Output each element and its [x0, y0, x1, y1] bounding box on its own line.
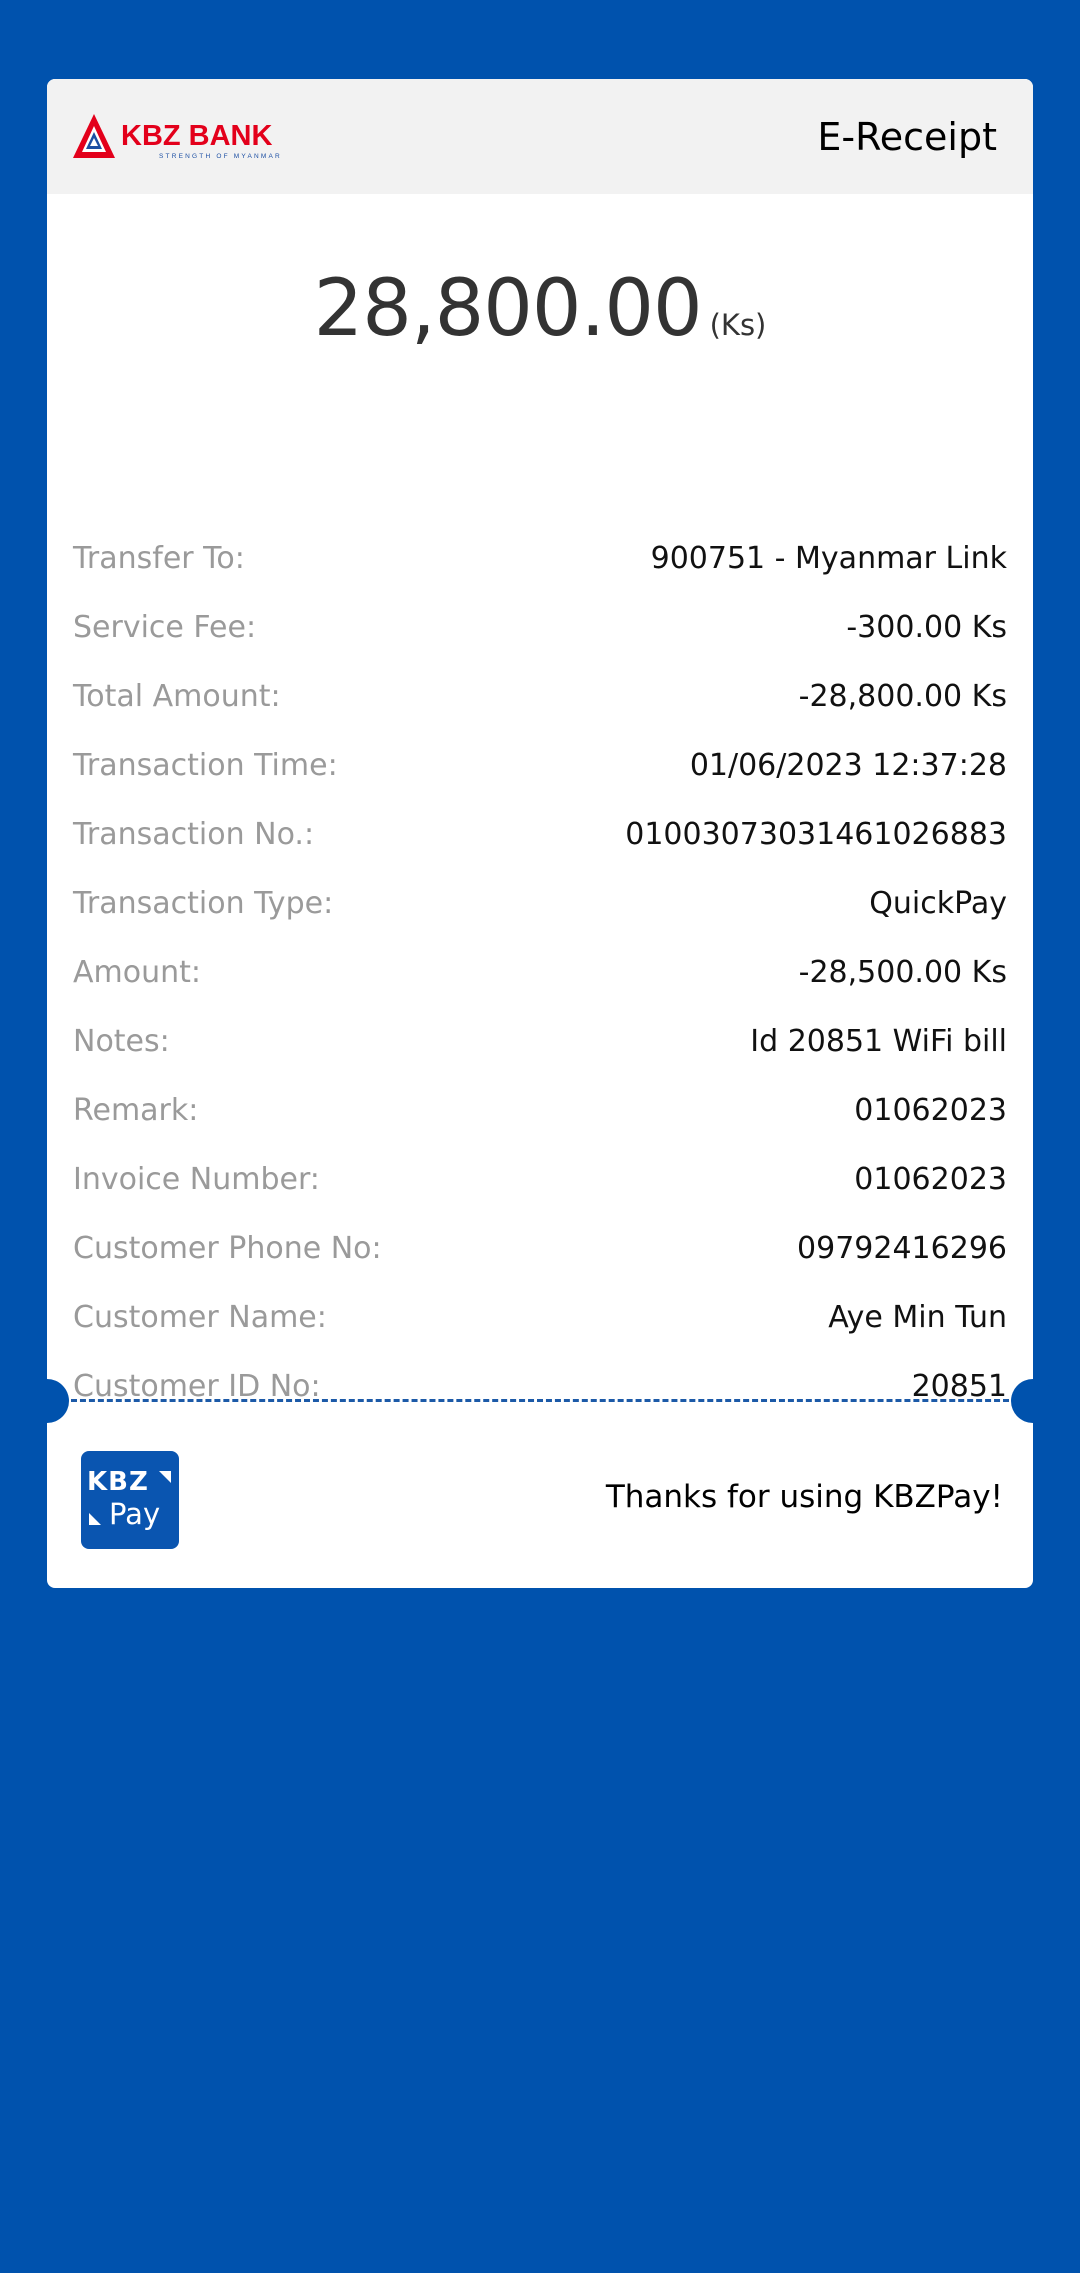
- receipt-title: E-Receipt: [817, 115, 997, 159]
- detail-value: Id 20851 WiFi bill: [750, 1024, 1007, 1059]
- detail-value: 01062023: [854, 1093, 1007, 1128]
- detail-label: Total Amount:: [73, 679, 281, 714]
- detail-value: 01062023: [854, 1162, 1007, 1197]
- detail-label: Service Fee:: [73, 610, 257, 645]
- detail-value: 01003073031461026883: [625, 817, 1007, 852]
- detail-row-customer-id: Customer ID No: 20851: [73, 1361, 1007, 1411]
- kbz-bank-logo: KBZ BANK STRENGTH OF MYANMAR: [73, 114, 282, 160]
- kbzpay-logo-top: KBZ: [87, 1467, 149, 1497]
- detail-label: Transfer To:: [73, 541, 245, 576]
- detail-row-amount: Amount: -28,500.00 Ks: [73, 947, 1007, 997]
- detail-value: 09792416296: [797, 1231, 1007, 1266]
- bank-name: KBZ BANK: [121, 120, 272, 152]
- detail-value: QuickPay: [869, 886, 1007, 921]
- perforation-notch-right: [1011, 1379, 1055, 1423]
- detail-value: 900751 - Myanmar Link: [650, 541, 1007, 576]
- detail-row-invoice-number: Invoice Number: 01062023: [73, 1154, 1007, 1204]
- bank-tagline: STRENGTH OF MYANMAR: [159, 153, 282, 160]
- detail-value: Aye Min Tun: [828, 1300, 1007, 1335]
- detail-row-transaction-time: Transaction Time: 01/06/2023 12:37:28: [73, 740, 1007, 790]
- kbzpay-logo-bottom: Pay: [109, 1497, 161, 1531]
- detail-row-transfer-to: Transfer To: 900751 - Myanmar Link: [73, 533, 1007, 583]
- logo-corner-icon: [159, 1471, 171, 1483]
- total-amount-display: 28,800.00 (Ks): [47, 264, 1033, 354]
- detail-label: Customer Phone No:: [73, 1231, 382, 1266]
- detail-value: 01/06/2023 12:37:28: [689, 748, 1007, 783]
- detail-label: Transaction Type:: [73, 886, 334, 921]
- detail-row-remark: Remark: 01062023: [73, 1085, 1007, 1135]
- amount-value: 28,800.00: [313, 264, 703, 354]
- detail-value: -28,500.00 Ks: [798, 955, 1007, 990]
- amount-unit: (Ks): [709, 308, 767, 342]
- thanks-message: Thanks for using KBZPay!: [605, 1479, 1003, 1515]
- detail-row-transaction-no: Transaction No.: 01003073031461026883: [73, 809, 1007, 859]
- detail-label: Transaction No.:: [73, 817, 315, 852]
- detail-label: Amount:: [73, 955, 201, 990]
- detail-row-notes: Notes: Id 20851 WiFi bill: [73, 1016, 1007, 1066]
- detail-row-customer-name: Customer Name: Aye Min Tun: [73, 1292, 1007, 1342]
- detail-row-transaction-type: Transaction Type: QuickPay: [73, 878, 1007, 928]
- perforation-notch-left: [25, 1379, 69, 1423]
- kbz-triangle-icon: [73, 114, 115, 158]
- receipt-header: KBZ BANK STRENGTH OF MYANMAR E-Receipt: [47, 79, 1033, 194]
- detail-row-customer-phone: Customer Phone No: 09792416296: [73, 1223, 1007, 1273]
- detail-value: -300.00 Ks: [846, 610, 1007, 645]
- detail-row-service-fee: Service Fee: -300.00 Ks: [73, 602, 1007, 652]
- kbzpay-logo: KBZ Pay: [81, 1451, 179, 1549]
- detail-row-total-amount: Total Amount: -28,800.00 Ks: [73, 671, 1007, 721]
- e-receipt-card: KBZ BANK STRENGTH OF MYANMAR E-Receipt 2…: [25, 79, 1055, 1588]
- detail-label: Transaction Time:: [73, 748, 338, 783]
- detail-value: -28,800.00 Ks: [798, 679, 1007, 714]
- detail-label: Remark:: [73, 1093, 199, 1128]
- detail-label: Invoice Number:: [73, 1162, 320, 1197]
- detail-label: Customer Name:: [73, 1300, 327, 1335]
- logo-corner-icon: [89, 1513, 101, 1525]
- detail-label: Notes:: [73, 1024, 170, 1059]
- perforation-divider: [71, 1399, 1009, 1402]
